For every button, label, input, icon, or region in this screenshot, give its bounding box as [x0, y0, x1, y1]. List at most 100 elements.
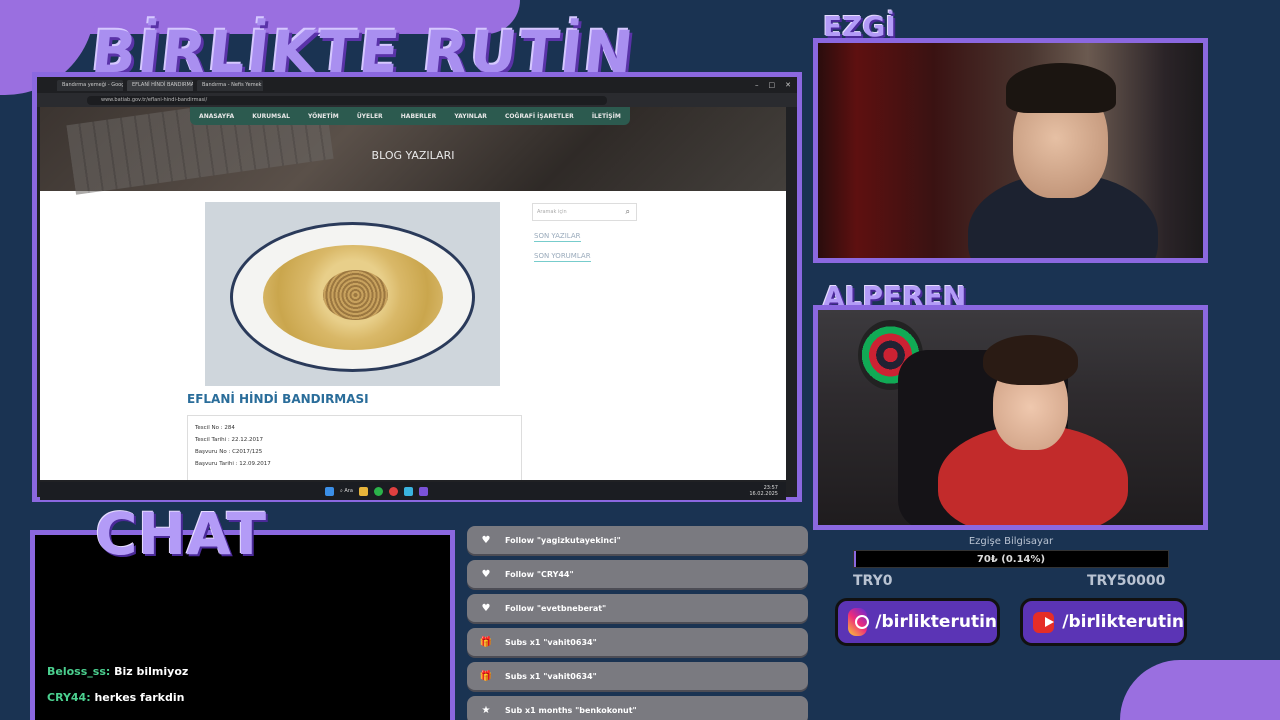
chat-text: herkes farkdin [94, 691, 185, 704]
donation-progress-bar: 70₺ (0.14%) [853, 550, 1169, 568]
alert-follow: ♥ Follow "evetbneberat" [467, 594, 808, 622]
window-controls: – □ ✕ [755, 81, 797, 89]
streamer-hair [1006, 63, 1116, 113]
alert-user: "CRY44" [536, 569, 574, 579]
alert-type: Subs x1 [505, 637, 541, 647]
alert-user: "yagizkutayekinci" [536, 535, 621, 545]
alert-text: Follow "evetbneberat" [505, 604, 606, 613]
youtube-badge: /birlikterutin [1020, 598, 1187, 646]
chat-username: Beloss_ss: [47, 665, 111, 678]
close-icon[interactable]: ✕ [785, 81, 791, 89]
alert-follow: ♥ Follow "CRY44" [467, 560, 808, 588]
browser-tab[interactable]: Bandırma yemeği - Goog [57, 79, 123, 91]
info-line: Başvuru Tarihi : 12.09.2017 [195, 461, 271, 467]
webcam-alperen [813, 305, 1208, 530]
taskbar-icons: ⌕ Ara [325, 486, 428, 496]
alert-text: Sub x1 months "benkokonut" [505, 706, 637, 715]
alert-sub: 🎁 Subs x1 "vahit0634" [467, 662, 808, 690]
food-photo [205, 202, 500, 386]
nav-item-management[interactable]: YÖNETİM [308, 113, 339, 120]
page-hero: ANASAYFA KURUMSAL YÖNETİM ÜYELER HABERLE… [40, 107, 786, 195]
alert-type: Sub x1 months [505, 705, 573, 715]
whatsapp-icon[interactable] [373, 486, 383, 496]
clock-date: 16.02.2025 [749, 491, 778, 497]
opera-icon[interactable] [388, 486, 398, 496]
windows-start-icon[interactable] [325, 486, 334, 496]
site-nav: ANASAYFA KURUMSAL YÖNETİM ÜYELER HABERLE… [190, 107, 630, 125]
alert-type: Follow [505, 603, 535, 613]
browser-tab-bar: Bandırma yemeği - Goog EFLANİ HİNDİ BAND… [37, 77, 797, 93]
donation-progress-text: 70₺ (0.14%) [976, 554, 1046, 565]
gift-icon: 🎁 [479, 636, 493, 648]
alert-type: Follow [505, 535, 535, 545]
alert-sub-months: ★ Sub x1 months "benkokonut" [467, 696, 808, 720]
alert-text: Subs x1 "vahit0634" [505, 638, 597, 647]
alert-sub: 🎁 Subs x1 "vahit0634" [467, 628, 808, 656]
heart-icon: ♥ [481, 534, 491, 546]
heart-icon: ♥ [481, 568, 491, 580]
plate [230, 222, 475, 372]
info-box: Tescil No : 284 Tescil Tarihi : 22.12.20… [187, 415, 522, 480]
search-input[interactable]: Aramak için ⌕ [532, 203, 637, 221]
nav-item-publications[interactable]: YAYINLAR [454, 113, 487, 120]
info-line: Tescil No : 284 [195, 425, 235, 431]
chat-username: CRY44: [47, 691, 91, 704]
chat-message: CRY44: herkes farkdin [47, 691, 184, 704]
alert-text: Follow "yagizkutayekinci" [505, 536, 621, 545]
browser-tab-active[interactable]: EFLANİ HİNDİ BANDIRMAS [127, 79, 193, 91]
alert-user: "vahit0634" [543, 637, 597, 647]
youtube-handle: /birlikterutin [1062, 612, 1184, 632]
alert-type: Subs x1 [505, 671, 541, 681]
minimize-icon[interactable]: – [755, 81, 759, 89]
donation-goal-title: Ezgişe Bilgisayar [968, 536, 1054, 547]
info-line: Tescil Tarihi : 22.12.2017 [195, 437, 263, 443]
maximize-icon[interactable]: □ [769, 81, 776, 89]
sidebar-link-recent-comments[interactable]: SON YORUMLAR [534, 252, 591, 262]
alert-user: "benkokonut" [575, 705, 637, 715]
windows-taskbar: ⌕ Ara 23:57 16.02.2025 [40, 482, 786, 500]
sidebar-link-recent-posts[interactable]: SON YAZILAR [534, 232, 581, 242]
gift-icon: 🎁 [479, 670, 493, 682]
alert-follow: ♥ Follow "yagizkutayekinci" [467, 526, 808, 554]
nav-item-corporate[interactable]: KURUMSAL [252, 113, 290, 120]
url-field[interactable]: www.batiab.gov.tr/eflani-hindi-bandirmas… [87, 95, 607, 105]
chat-label: CHAT [95, 500, 267, 568]
post-title[interactable]: EFLANİ HİNDİ BANDIRMASI [187, 392, 369, 406]
taskbar-search[interactable]: ⌕ Ara [340, 488, 353, 494]
nav-item-geo-marks[interactable]: COĞRAFİ İŞARETLER [505, 113, 574, 120]
address-bar: www.batiab.gov.tr/eflani-hindi-bandirmas… [37, 93, 797, 107]
browser-tab[interactable]: Bandırma - Nefis Yemek T [197, 79, 263, 91]
screen-capture-browser: Bandırma yemeği - Goog EFLANİ HİNDİ BAND… [32, 72, 802, 502]
folder-icon[interactable] [358, 486, 368, 496]
nav-item-home[interactable]: ANASAYFA [199, 113, 234, 120]
streamer-hair [983, 335, 1078, 385]
noodle-nest [323, 270, 388, 320]
instagram-icon [848, 608, 870, 636]
app-icon[interactable] [403, 486, 413, 496]
info-line: Başvuru No : C2017/125 [195, 449, 263, 455]
web-page: ANASAYFA KURUMSAL YÖNETİM ÜYELER HABERLE… [40, 107, 786, 480]
nav-item-contact[interactable]: İLETİŞİM [592, 113, 621, 120]
chat-message: Beloss_ss: Biz bilmiyoz [47, 665, 188, 678]
alert-user: "vahit0634" [543, 671, 597, 681]
plate-food [263, 245, 443, 350]
chat-text: Biz bilmiyoz [114, 665, 189, 678]
instagram-badge: /birlikterutin [835, 598, 1000, 646]
hero-title: BLOG YAZILARI [371, 149, 455, 162]
donation-max: TRY50000 [1087, 573, 1166, 589]
nav-item-members[interactable]: ÜYELER [357, 113, 383, 120]
donation-min: TRY0 [853, 573, 893, 589]
alert-text: Follow "CRY44" [505, 570, 574, 579]
webcam-ezgi [813, 38, 1208, 263]
alert-text: Subs x1 "vahit0634" [505, 672, 597, 681]
star-icon: ★ [481, 704, 491, 716]
search-placeholder: Aramak için [537, 209, 567, 215]
youtube-icon [1033, 611, 1055, 633]
app-icon[interactable] [418, 486, 428, 496]
heart-icon: ♥ [481, 602, 491, 614]
system-clock: 23:57 16.02.2025 [749, 485, 786, 497]
taskbar-search-label: Ara [344, 488, 353, 494]
alert-type: Follow [505, 569, 535, 579]
search-icon[interactable]: ⌕ [626, 207, 630, 217]
nav-item-news[interactable]: HABERLER [401, 113, 437, 120]
